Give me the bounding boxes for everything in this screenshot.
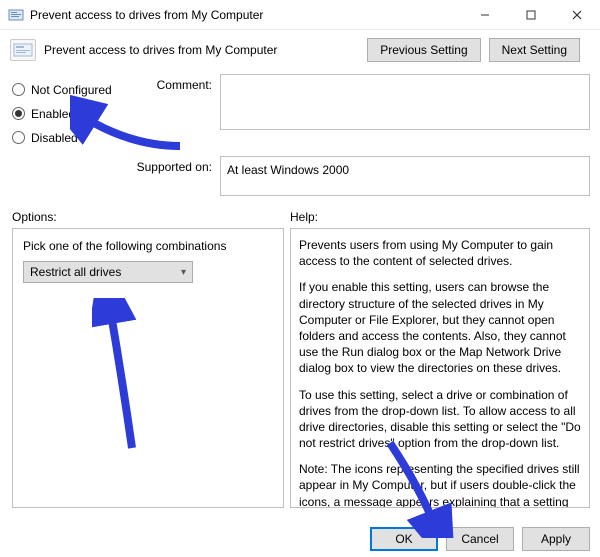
options-panel: Pick one of the following combinations R… — [12, 228, 284, 508]
footer-buttons: OK Cancel Apply — [370, 527, 590, 551]
policy-icon — [8, 7, 24, 23]
state-area: Not Configured Enabled Disabled Comment: — [0, 70, 600, 152]
window-title: Prevent access to drives from My Compute… — [30, 8, 462, 22]
radio-enabled[interactable] — [12, 107, 25, 120]
policy-header-title: Prevent access to drives from My Compute… — [44, 43, 367, 57]
radio-label-not-configured[interactable]: Not Configured — [31, 83, 112, 97]
next-setting-button[interactable]: Next Setting — [489, 38, 580, 62]
apply-button[interactable]: Apply — [522, 527, 590, 551]
window-controls — [462, 0, 600, 30]
close-button[interactable] — [554, 0, 600, 30]
title-bar: Prevent access to drives from My Compute… — [0, 0, 600, 30]
help-paragraph-3: To use this setting, select a drive or c… — [299, 387, 581, 452]
help-paragraph-2: If you enable this setting, users can br… — [299, 279, 581, 376]
comment-textarea[interactable] — [220, 74, 590, 130]
supported-on-row: Supported on: At least Windows 2000 — [0, 152, 600, 202]
previous-setting-button[interactable]: Previous Setting — [367, 38, 480, 62]
cancel-button[interactable]: Cancel — [446, 527, 514, 551]
policy-header: Prevent access to drives from My Compute… — [0, 30, 600, 70]
drive-restriction-select[interactable]: Restrict all drives ▾ — [23, 261, 193, 283]
chevron-down-icon: ▾ — [181, 267, 186, 278]
radio-not-configured[interactable] — [12, 83, 25, 96]
combination-label: Pick one of the following combinations — [23, 239, 273, 253]
help-panel[interactable]: Prevents users from using My Computer to… — [290, 228, 590, 508]
ok-button[interactable]: OK — [370, 527, 438, 551]
radio-disabled[interactable] — [12, 131, 25, 144]
radio-label-disabled[interactable]: Disabled — [31, 131, 78, 145]
help-paragraph-4: Note: The icons representing the specifi… — [299, 461, 581, 508]
section-labels: Options: Help: — [0, 202, 600, 228]
drive-restriction-value: Restrict all drives — [30, 265, 121, 279]
help-paragraph-1: Prevents users from using My Computer to… — [299, 237, 581, 269]
supported-on-value: At least Windows 2000 — [227, 163, 349, 177]
policy-header-icon — [10, 39, 36, 61]
radio-label-enabled[interactable]: Enabled — [31, 107, 75, 121]
supported-on-box[interactable]: At least Windows 2000 — [220, 156, 590, 196]
comment-label: Comment: — [130, 74, 220, 92]
supported-on-label: Supported on: — [130, 156, 220, 174]
maximize-button[interactable] — [508, 0, 554, 30]
options-label: Options: — [12, 210, 290, 224]
state-radio-group: Not Configured Enabled Disabled — [12, 74, 130, 150]
minimize-button[interactable] — [462, 0, 508, 30]
lower-panels: Pick one of the following combinations R… — [0, 228, 600, 512]
help-label: Help: — [290, 210, 590, 224]
nav-buttons: Previous Setting Next Setting — [367, 38, 590, 62]
